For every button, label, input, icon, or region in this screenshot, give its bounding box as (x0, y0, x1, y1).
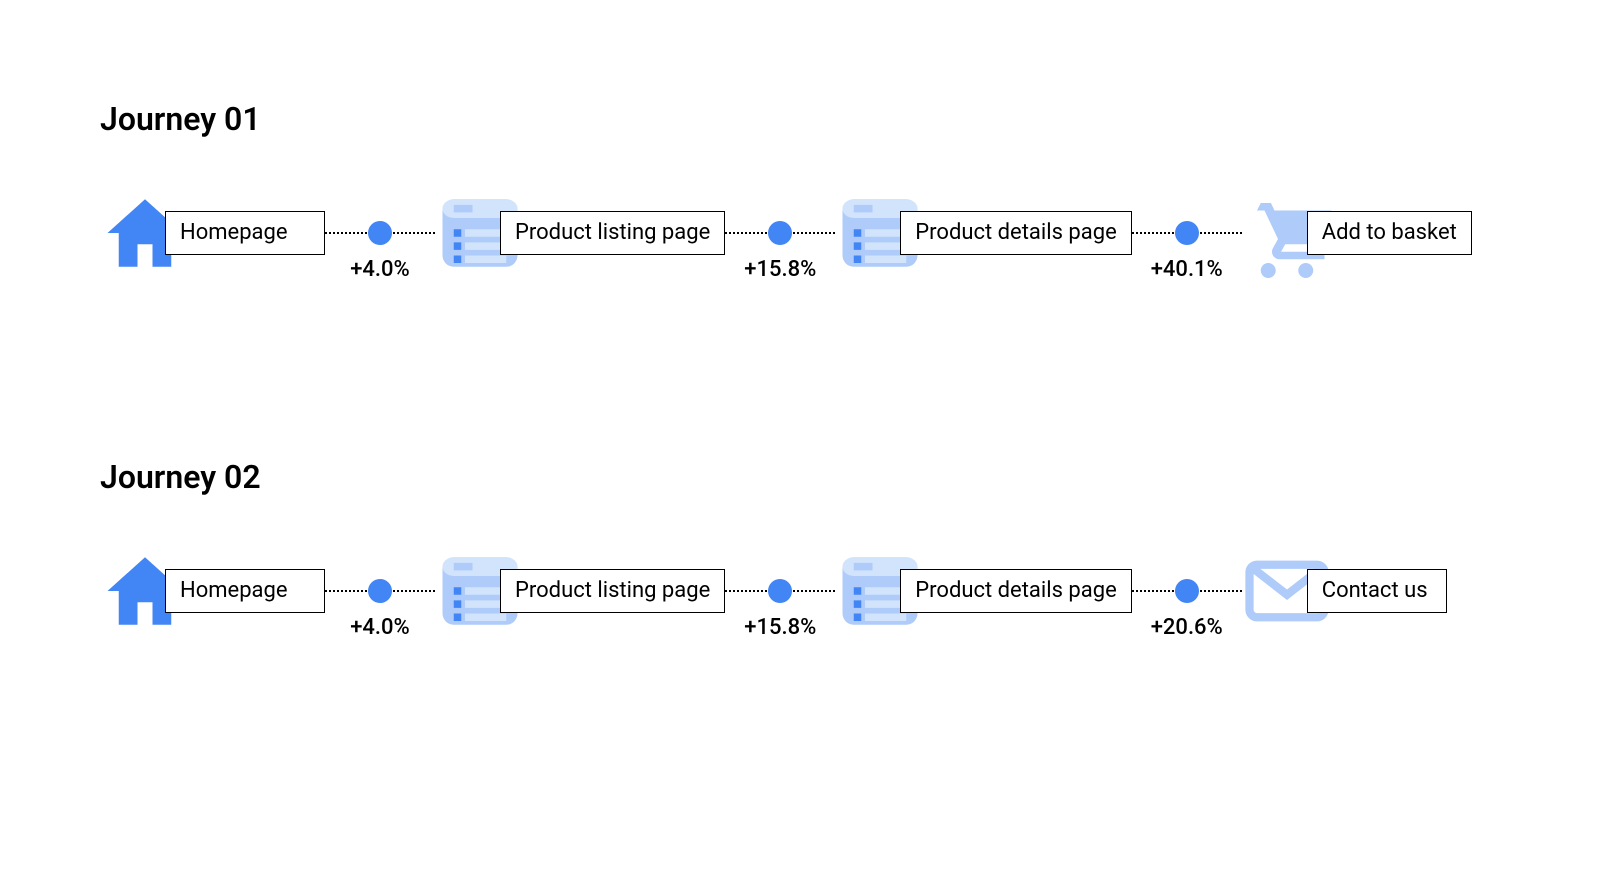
journey-step: Add to basket (1242, 188, 1472, 278)
step-label: Add to basket (1307, 211, 1472, 255)
connector-label: +4.0% (350, 257, 410, 282)
journey-step: Product details page (835, 188, 1131, 278)
journey-step: Homepage (100, 546, 325, 636)
flow-connector: +40.1% (1132, 221, 1242, 245)
flow-connector: +4.0% (325, 221, 435, 245)
bullet-icon (1175, 221, 1199, 245)
connector-label: +4.0% (350, 615, 410, 640)
bullet-icon (368, 579, 392, 603)
flow-connector: +15.8% (725, 579, 835, 603)
connector-label: +15.8% (744, 257, 816, 282)
flow-connector: +20.6% (1132, 579, 1242, 603)
step-label: Product listing page (500, 211, 725, 255)
journey-step: Product listing page (435, 188, 725, 278)
journey-section: Journey 01 Homepage +4.0% (100, 100, 1501, 278)
journey-step: Homepage (100, 188, 325, 278)
journey-step: Product listing page (435, 546, 725, 636)
journey-title: Journey 02 (100, 458, 1501, 496)
journey-step: Contact us (1242, 546, 1447, 636)
connector-label: +40.1% (1151, 257, 1223, 282)
step-label: Homepage (165, 569, 325, 613)
step-label: Homepage (165, 211, 325, 255)
bullet-icon (1175, 579, 1199, 603)
flow-connector: +15.8% (725, 221, 835, 245)
bullet-icon (768, 579, 792, 603)
journey-flow: Homepage +4.0% Product listing page (100, 188, 1501, 278)
journey-flow: Homepage +4.0% Product listing page (100, 546, 1501, 636)
journey-title: Journey 01 (100, 100, 1501, 138)
bullet-icon (768, 221, 792, 245)
connector-label: +20.6% (1151, 615, 1223, 640)
journey-step: Product details page (835, 546, 1131, 636)
journey-section: Journey 02 Homepage +4.0% (100, 458, 1501, 636)
step-label: Product listing page (500, 569, 725, 613)
step-label: Product details page (900, 211, 1131, 255)
bullet-icon (368, 221, 392, 245)
connector-label: +15.8% (744, 615, 816, 640)
step-label: Product details page (900, 569, 1131, 613)
flow-connector: +4.0% (325, 579, 435, 603)
step-label: Contact us (1307, 569, 1447, 613)
